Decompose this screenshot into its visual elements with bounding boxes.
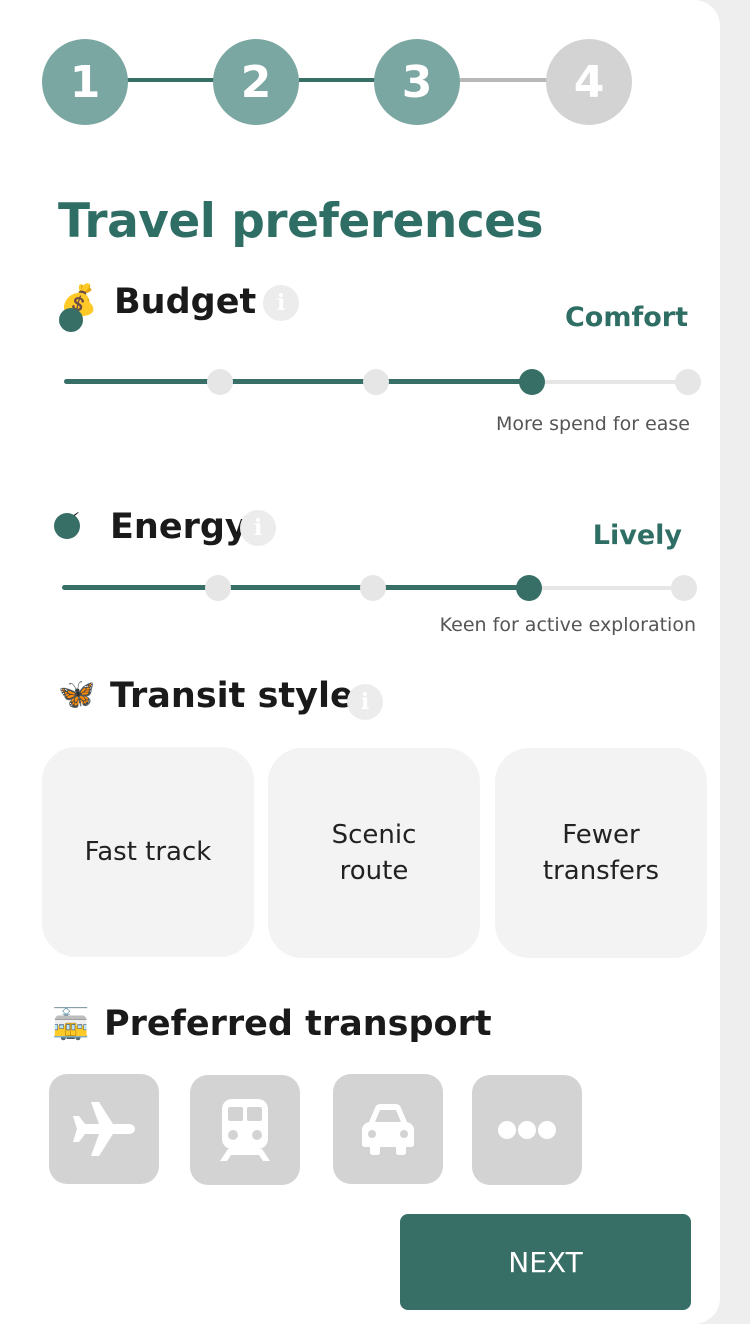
budget-info-icon[interactable]: i <box>263 285 299 321</box>
preferences-card: 1 2 3 4 Travel preferences 💰 Budget i Co… <box>0 0 720 1324</box>
transport-car-button[interactable] <box>333 1074 443 1184</box>
budget-slider-thumb[interactable] <box>519 369 545 395</box>
more-icon <box>498 1121 556 1139</box>
energy-slider-stop[interactable] <box>671 575 697 601</box>
energy-title: Energy <box>110 507 248 547</box>
step-1[interactable]: 1 <box>42 39 128 125</box>
energy-slider-stop[interactable] <box>204 575 231 601</box>
energy-slider-stop[interactable] <box>360 575 386 601</box>
energy-slider-thumb[interactable] <box>515 575 542 601</box>
budget-marker-icon <box>59 308 83 332</box>
tram-icon: 🚋 <box>52 1007 90 1042</box>
transit-option-fast-track[interactable]: Fast track <box>42 747 254 957</box>
step-connector-2 <box>299 78 377 82</box>
transit-info-icon[interactable]: i <box>347 684 383 720</box>
preferred-transport-title: Preferred transport <box>104 1004 492 1044</box>
airplane-icon <box>73 1102 135 1156</box>
energy-slider-fill <box>62 585 529 590</box>
car-icon <box>362 1104 414 1155</box>
transport-airplane-button[interactable] <box>49 1074 159 1184</box>
transit-option-scenic-route[interactable]: Scenic route <box>268 748 480 958</box>
transport-train-button[interactable] <box>190 1075 300 1185</box>
budget-slider[interactable] <box>64 367 701 397</box>
energy-value-label: Lively <box>592 520 682 551</box>
step-connector-1 <box>127 78 217 82</box>
step-3-current[interactable]: 3 <box>374 39 460 125</box>
transit-option-label: Fewer transfers <box>542 820 660 886</box>
transit-option-label: Fast track <box>84 837 212 867</box>
train-icon <box>220 1099 270 1161</box>
progress-stepper: 1 2 3 4 <box>0 0 720 130</box>
next-button[interactable]: NEXT <box>400 1214 691 1310</box>
budget-slider-stop[interactable] <box>363 369 389 395</box>
step-4[interactable]: 4 <box>546 39 632 125</box>
budget-slider-stop[interactable] <box>675 369 701 395</box>
transport-more-button[interactable] <box>472 1075 582 1185</box>
budget-title: Budget <box>114 282 257 322</box>
transit-option-fewer-transfers[interactable]: Fewer transfers <box>495 748 707 958</box>
butterfly-icon: 🦋 <box>58 677 96 712</box>
budget-slider-stop[interactable] <box>207 369 233 395</box>
energy-info-icon[interactable]: i <box>240 510 276 546</box>
budget-value-label: Comfort <box>564 302 688 333</box>
step-2[interactable]: 2 <box>213 39 299 125</box>
budget-hint: More spend for ease <box>495 413 690 435</box>
page-title: Travel preferences <box>58 194 544 249</box>
transit-option-label: Scenic route <box>331 820 417 886</box>
energy-marker-icon <box>54 513 80 539</box>
budget-slider-fill <box>64 379 532 384</box>
transit-style-title: Transit style <box>110 676 354 716</box>
energy-hint: Keen for active exploration <box>439 614 696 636</box>
step-connector-3 <box>460 78 550 82</box>
energy-slider[interactable] <box>62 573 697 603</box>
